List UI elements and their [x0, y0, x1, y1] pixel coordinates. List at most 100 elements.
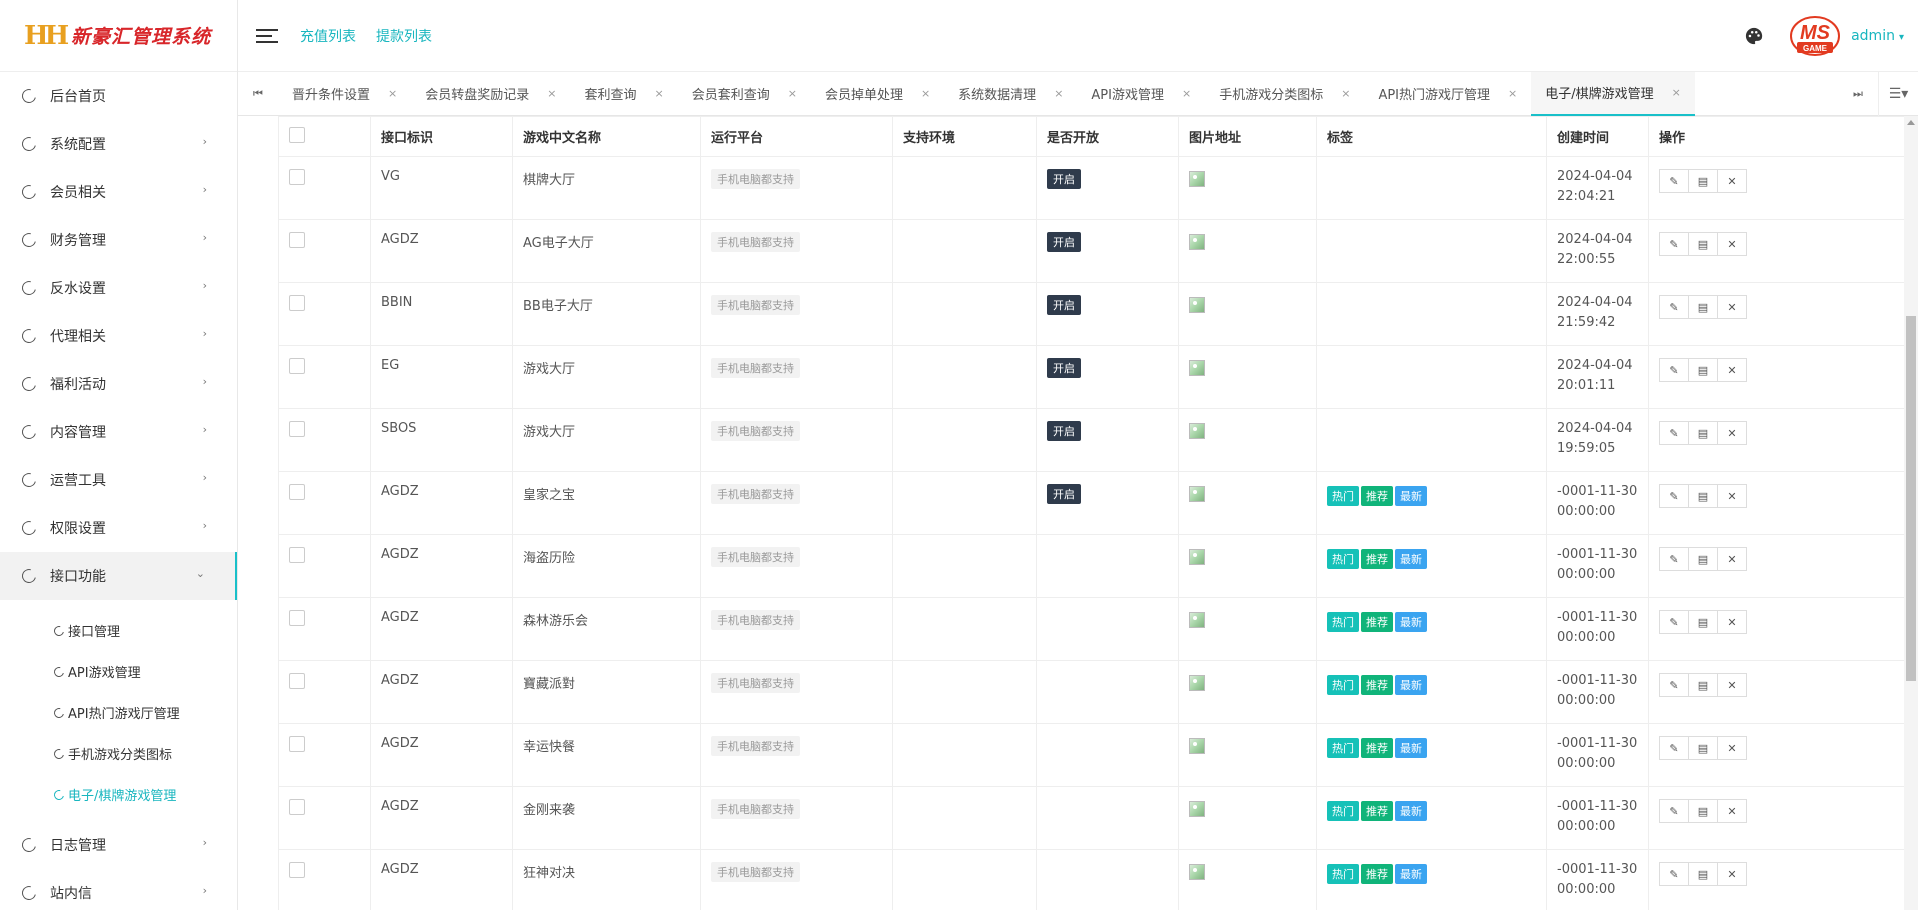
document-icon[interactable]: ▤ [1688, 799, 1718, 823]
palette-icon[interactable] [1745, 27, 1763, 45]
broken-image-icon[interactable] [1189, 801, 1205, 817]
broken-image-icon[interactable] [1189, 738, 1205, 754]
close-icon[interactable]: ✕ [1717, 421, 1747, 445]
close-icon[interactable]: ✕ [1717, 232, 1747, 256]
sidebar-item[interactable]: 权限设置 › [0, 504, 237, 552]
sidebar-subitem[interactable]: API游戏管理 [0, 651, 237, 692]
header-link-withdraw-list[interactable]: 提款列表 [376, 26, 432, 46]
row-checkbox[interactable] [289, 799, 305, 815]
row-checkbox[interactable] [289, 484, 305, 500]
broken-image-icon[interactable] [1189, 675, 1205, 691]
document-icon[interactable]: ▤ [1688, 484, 1718, 508]
document-icon[interactable]: ▤ [1688, 862, 1718, 886]
tab-item[interactable]: 会员转盘奖励记录 × [411, 72, 570, 116]
broken-image-icon[interactable] [1189, 612, 1205, 628]
broken-image-icon[interactable] [1189, 549, 1205, 565]
sidebar-subitem[interactable]: 接口管理 [0, 610, 237, 651]
broken-image-icon[interactable] [1189, 297, 1205, 313]
tab-item[interactable]: API热门游戏厅管理 × [1364, 72, 1531, 116]
tab-close-icon[interactable]: × [1182, 87, 1191, 100]
sidebar-item[interactable]: 内容管理 › [0, 408, 237, 456]
row-checkbox[interactable] [289, 421, 305, 437]
document-icon[interactable]: ▤ [1688, 421, 1718, 445]
row-checkbox[interactable] [289, 547, 305, 563]
document-icon[interactable]: ▤ [1688, 736, 1718, 760]
edit-icon[interactable]: ✎ [1659, 547, 1689, 571]
close-icon[interactable]: ✕ [1717, 736, 1747, 760]
vertical-scrollbar[interactable] [1904, 116, 1918, 910]
edit-icon[interactable]: ✎ [1659, 862, 1689, 886]
row-checkbox[interactable] [289, 169, 305, 185]
edit-icon[interactable]: ✎ [1659, 295, 1689, 319]
close-icon[interactable]: ✕ [1717, 610, 1747, 634]
document-icon[interactable]: ▤ [1688, 547, 1718, 571]
tab-item[interactable]: 电子/棋牌游戏管理 × [1531, 71, 1695, 116]
edit-icon[interactable]: ✎ [1659, 673, 1689, 697]
sidebar-item[interactable]: 福利活动 › [0, 360, 237, 408]
edit-icon[interactable]: ✎ [1659, 169, 1689, 193]
row-checkbox[interactable] [289, 295, 305, 311]
scroll-thumb[interactable] [1906, 316, 1916, 681]
edit-icon[interactable]: ✎ [1659, 799, 1689, 823]
close-icon[interactable]: ✕ [1717, 295, 1747, 319]
tab-item[interactable]: 套利查询 × [570, 72, 677, 116]
close-icon[interactable]: ✕ [1717, 673, 1747, 697]
tab-close-icon[interactable]: × [1508, 87, 1517, 100]
close-icon[interactable]: ✕ [1717, 484, 1747, 508]
row-checkbox[interactable] [289, 862, 305, 878]
tab-close-icon[interactable]: × [547, 87, 556, 100]
row-checkbox[interactable] [289, 736, 305, 752]
tab-close-icon[interactable]: × [1672, 86, 1681, 99]
document-icon[interactable]: ▤ [1688, 358, 1718, 382]
sidebar-item[interactable]: 会员相关 › [0, 168, 237, 216]
sidebar-item[interactable]: 站内信 › [0, 869, 237, 910]
tab-item[interactable]: 手机游戏分类图标 × [1205, 72, 1364, 116]
close-icon[interactable]: ✕ [1717, 169, 1747, 193]
tab-close-icon[interactable]: × [388, 87, 397, 100]
edit-icon[interactable]: ✎ [1659, 736, 1689, 760]
tab-scroll-left-icon[interactable]: ⏮ [238, 72, 278, 116]
sidebar-subitem[interactable]: 电子/棋牌游戏管理 [0, 774, 237, 815]
tab-item[interactable]: 晋升条件设置 × [278, 72, 411, 116]
sidebar-item[interactable]: 反水设置 › [0, 264, 237, 312]
close-icon[interactable]: ✕ [1717, 799, 1747, 823]
document-icon[interactable]: ▤ [1688, 232, 1718, 256]
sidebar-item[interactable]: 系统配置 › [0, 120, 237, 168]
select-all-checkbox[interactable] [289, 126, 305, 143]
document-icon[interactable]: ▤ [1688, 673, 1718, 697]
broken-image-icon[interactable] [1189, 171, 1205, 187]
sidebar-item[interactable]: 接口功能 ⌄ [0, 552, 237, 600]
edit-icon[interactable]: ✎ [1659, 358, 1689, 382]
broken-image-icon[interactable] [1189, 234, 1205, 250]
broken-image-icon[interactable] [1189, 486, 1205, 502]
tab-close-icon[interactable]: × [654, 87, 663, 100]
tab-item[interactable]: 会员套利查询 × [678, 72, 811, 116]
sidebar-item[interactable]: 财务管理 › [0, 216, 237, 264]
row-checkbox[interactable] [289, 232, 305, 248]
close-icon[interactable]: ✕ [1717, 547, 1747, 571]
sidebar-item[interactable]: 日志管理 › [0, 821, 237, 869]
row-checkbox[interactable] [289, 358, 305, 374]
broken-image-icon[interactable] [1189, 360, 1205, 376]
sidebar-item[interactable]: 后台首页 [0, 72, 237, 120]
edit-icon[interactable]: ✎ [1659, 421, 1689, 445]
header-link-recharge-list[interactable]: 充值列表 [300, 26, 356, 46]
scroll-up-arrow-icon[interactable] [1907, 120, 1915, 125]
document-icon[interactable]: ▤ [1688, 295, 1718, 319]
sidebar-item[interactable]: 代理相关 › [0, 312, 237, 360]
sidebar-subitem[interactable]: 手机游戏分类图标 [0, 733, 237, 774]
tab-close-icon[interactable]: × [1341, 87, 1350, 100]
hamburger-icon[interactable] [256, 25, 278, 47]
tab-close-icon[interactable]: × [788, 87, 797, 100]
tab-close-icon[interactable]: × [921, 87, 930, 100]
sidebar-item[interactable]: 运营工具 › [0, 456, 237, 504]
tab-item[interactable]: 系统数据清理 × [944, 72, 1077, 116]
edit-icon[interactable]: ✎ [1659, 610, 1689, 634]
close-icon[interactable]: ✕ [1717, 358, 1747, 382]
document-icon[interactable]: ▤ [1688, 169, 1718, 193]
sidebar-subitem[interactable]: API热门游戏厅管理 [0, 692, 237, 733]
user-menu[interactable]: admin ▾ [1851, 28, 1904, 44]
row-checkbox[interactable] [289, 673, 305, 689]
tab-item[interactable]: API游戏管理 × [1077, 72, 1205, 116]
tab-scroll-right-icon[interactable]: ⏭ [1838, 72, 1878, 116]
